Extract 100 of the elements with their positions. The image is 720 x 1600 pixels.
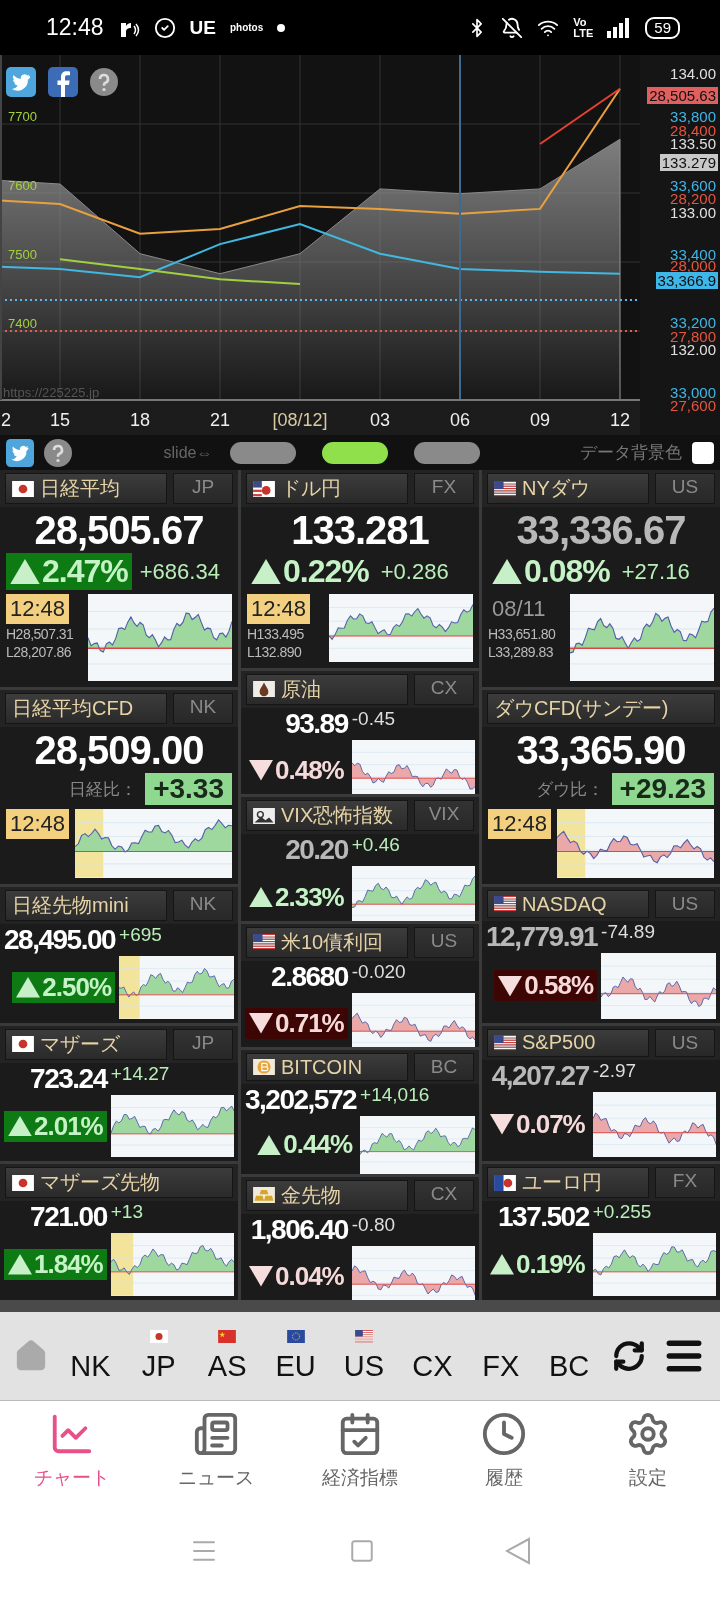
diff-label: ダウ比： <box>535 778 604 801</box>
price-value: 28,495.00 <box>4 924 116 956</box>
page-tab[interactable] <box>322 441 389 464</box>
facebook-icon[interactable] <box>48 67 78 97</box>
battery-level: 59 <box>645 16 680 39</box>
change-value: +695 <box>119 924 163 947</box>
change-value: -2.97 <box>592 1059 638 1083</box>
clock-time: 12:48 <box>46 14 104 41</box>
change-percent: 2.50% <box>12 971 116 1003</box>
tile-title: S&P500 <box>522 1031 596 1055</box>
market-code: NK <box>173 890 233 921</box>
market-tab[interactable]: NK <box>64 1329 117 1383</box>
diff-value: +3.33 <box>145 773 232 806</box>
page-tab[interactable] <box>230 441 297 464</box>
market-tab[interactable]: CX <box>406 1329 459 1383</box>
axis-tick: 18 <box>130 410 150 430</box>
tile-title: 原油 <box>281 676 321 702</box>
tile-title: ドル円 <box>281 476 341 501</box>
axis-tick: 33,200 <box>669 314 717 331</box>
change-percent: 2.33% <box>245 881 348 913</box>
price-value: 723.24 <box>29 1062 107 1095</box>
market-code: CX <box>414 1179 474 1211</box>
axis-tick: 12 <box>610 410 630 430</box>
axis-tick: 7400 <box>8 316 37 331</box>
change-percent: 2.01% <box>4 1110 107 1142</box>
change-value: -0.80 <box>351 1213 397 1237</box>
axis-tick: 15 <box>50 410 70 430</box>
price-value: 33,336.67 <box>515 507 687 553</box>
axis-tick: 21 <box>210 410 230 430</box>
twitter-icon[interactable] <box>6 438 34 467</box>
market-code: CX <box>414 673 474 705</box>
change-percent: 0.07% <box>486 1109 589 1140</box>
dot-icon <box>277 23 286 32</box>
market-tab[interactable]: BC <box>543 1329 596 1383</box>
change-percent: 0.71% <box>245 1008 348 1040</box>
nav-tab[interactable]: ニュース <box>144 1401 288 1501</box>
tile-title: NASDAQ <box>522 892 607 916</box>
slide-label: slide⇔ <box>163 443 213 462</box>
market-tab[interactable]: JP <box>132 1329 185 1383</box>
refresh-icon[interactable] <box>611 1339 646 1373</box>
nav-tab[interactable]: 設定 <box>576 1401 720 1501</box>
help-icon[interactable] <box>44 438 72 467</box>
page-tab[interactable] <box>414 441 481 464</box>
nav-tab[interactable]: 経済指標 <box>288 1401 432 1501</box>
tile-title: 日経先物mini <box>12 893 129 918</box>
change-value: +27.16 <box>621 558 690 585</box>
axis-tick: 33,800 <box>669 108 717 125</box>
change-percent: 0.44% <box>253 1129 357 1161</box>
tile-title: 日経平均CFD <box>12 696 134 722</box>
change-value: +686.34 <box>139 558 220 585</box>
change-value: +0.286 <box>380 558 449 585</box>
watermark-url: https://225225.jp <box>3 385 100 400</box>
market-code: JP <box>173 1028 233 1060</box>
app-label: UE <box>189 16 216 39</box>
low-value: L33,289.83 <box>488 644 555 660</box>
low-value: L132.890 <box>247 644 303 660</box>
market-code: US <box>655 473 715 504</box>
background-checkbox[interactable] <box>692 441 714 464</box>
change-percent: 0.48% <box>245 755 348 787</box>
axis-tick: 7700 <box>8 109 37 124</box>
app-label: photos <box>229 22 264 33</box>
tile-title: マザーズ <box>40 1031 120 1057</box>
change-percent: 2.47% <box>6 553 132 590</box>
price-value: 721.00 <box>29 1201 107 1234</box>
nav-tab[interactable]: チャート <box>0 1401 144 1501</box>
price-value: 137.502 <box>497 1201 589 1234</box>
change-value: +0.46 <box>351 834 401 858</box>
market-tab[interactable]: AS <box>201 1329 254 1383</box>
nav-tab[interactable]: 履歴 <box>432 1401 576 1501</box>
market-code: US <box>655 890 715 918</box>
market-code: BC <box>414 1053 474 1082</box>
market-tab[interactable]: US <box>337 1329 390 1383</box>
tile-title: マザーズ先物 <box>40 1170 160 1196</box>
market-code: VIX <box>414 800 474 832</box>
tile-title: VIX恐怖指数 <box>281 803 394 829</box>
tile-title: ユーロ円 <box>522 1170 602 1196</box>
clock-icon <box>481 1411 527 1457</box>
high-value: H33,651.80 <box>488 626 557 642</box>
background-label: データ背景色 <box>580 442 682 464</box>
change-percent: 0.19% <box>486 1249 589 1281</box>
market-tab[interactable]: EU <box>269 1329 322 1383</box>
diff-label: 日経比： <box>69 778 138 801</box>
tile-title: ダウCFD(サンデー) <box>494 696 669 722</box>
market-code: US <box>655 1028 715 1057</box>
twitter-icon[interactable] <box>6 67 36 97</box>
tile-title: NYダウ <box>522 476 590 501</box>
axis-tick: 2 <box>1 410 11 430</box>
market-tab[interactable]: FX <box>474 1329 527 1383</box>
help-icon[interactable] <box>90 68 118 96</box>
axis-tick: [08/12] <box>272 410 328 430</box>
muted-bell-icon <box>501 16 524 39</box>
low-value: L28,207.86 <box>6 644 73 660</box>
axis-tick: 7500 <box>8 247 37 262</box>
change-value: +13 <box>110 1201 144 1225</box>
price-value: 33,365.90 <box>515 727 687 774</box>
change-value: +14.27 <box>110 1062 171 1086</box>
change-percent: 0.22% <box>247 553 373 590</box>
price-value: 1,806.40 <box>249 1213 348 1246</box>
price-tag: 133.279 <box>659 154 718 171</box>
update-time: 12:48 <box>247 594 311 624</box>
